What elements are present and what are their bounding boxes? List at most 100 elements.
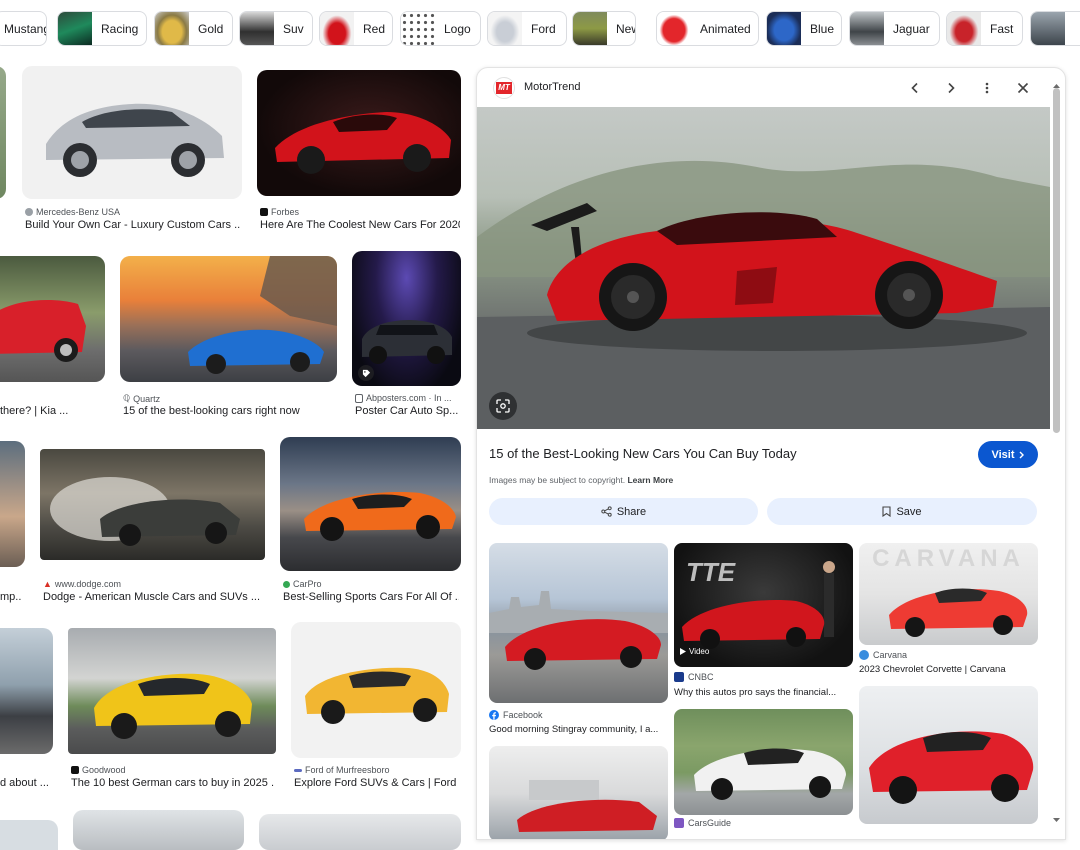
- result-title[interactable]: Poster Car Auto Sp...: [355, 405, 459, 417]
- lens-icon: [496, 399, 510, 413]
- chip-racing[interactable]: Racing: [57, 11, 147, 46]
- related-source[interactable]: Carvana: [859, 650, 907, 660]
- chip-mustang[interactable]: Mustang: [0, 11, 47, 46]
- chip-fast[interactable]: Fast: [946, 11, 1023, 46]
- chip-ford[interactable]: Ford: [487, 11, 567, 46]
- chip-red[interactable]: Red: [319, 11, 393, 46]
- chip-blue[interactable]: Blue: [766, 11, 842, 46]
- related-image-facebook[interactable]: [489, 543, 668, 703]
- related-title[interactable]: Why this autos pro says the financial...: [674, 687, 844, 698]
- result-title[interactable]: Here Are The Coolest New Cars For 2020: [260, 219, 460, 231]
- result-image-partial[interactable]: [0, 66, 6, 199]
- lens-search-button[interactable]: [489, 392, 517, 420]
- result-source-text: CarPro: [293, 579, 322, 589]
- close-button[interactable]: [1012, 77, 1034, 99]
- related-source[interactable]: CNBC: [674, 672, 714, 682]
- result-image-row5-a[interactable]: [73, 810, 244, 850]
- result-source[interactable]: Abposters.com · In ...: [355, 393, 452, 403]
- result-source-text: Ford of Murfreesboro: [305, 765, 390, 775]
- result-image-quartz[interactable]: [120, 256, 337, 382]
- chip-new[interactable]: New: [572, 11, 636, 46]
- mercedes-favicon: [25, 208, 33, 216]
- related-source[interactable]: Facebook: [489, 710, 543, 720]
- animated-thumb: [657, 12, 691, 45]
- result-source[interactable]: ℚ Quartz: [123, 393, 160, 404]
- result-image-dodge[interactable]: [40, 449, 265, 560]
- result-image-kia[interactable]: [0, 256, 105, 382]
- goodwood-favicon: [71, 766, 79, 774]
- more-options-button[interactable]: [976, 77, 998, 99]
- result-image-partial-4[interactable]: [0, 820, 58, 850]
- result-source[interactable]: Forbes: [260, 207, 299, 217]
- result-title[interactable]: mp...: [0, 591, 22, 603]
- related-source[interactable]: CarsGuide: [674, 818, 731, 828]
- related-title[interactable]: Good morning Stingray community, I a...: [489, 724, 669, 735]
- chip-logo[interactable]: Logo: [400, 11, 481, 46]
- chip-partial[interactable]: [1030, 11, 1080, 46]
- previous-button[interactable]: [904, 77, 926, 99]
- chevron-right-icon: [948, 82, 955, 94]
- result-title[interactable]: The 10 best German cars to buy in 2025 .…: [71, 777, 275, 789]
- quartz-favicon: ℚ: [123, 393, 131, 403]
- panel-source-name[interactable]: MotorTrend: [524, 81, 580, 93]
- panel-scrollbar[interactable]: [1052, 82, 1061, 839]
- result-source[interactable]: Mercedes-Benz USA: [25, 207, 120, 217]
- racing-thumb: [58, 12, 92, 45]
- result-source[interactable]: Ford of Murfreesboro: [294, 765, 390, 775]
- result-source[interactable]: CarPro: [283, 579, 322, 589]
- chip-animated[interactable]: Animated: [656, 11, 759, 46]
- result-title[interactable]: Build Your Own Car - Luxury Custom Cars …: [25, 219, 240, 231]
- result-image-partial-2[interactable]: [0, 441, 25, 567]
- result-title[interactable]: there? | Kia ...: [0, 405, 100, 417]
- result-image-abposters[interactable]: [352, 251, 461, 386]
- chevron-left-icon: [911, 82, 918, 94]
- related-image-row2-a[interactable]: [489, 746, 668, 839]
- scrollbar-thumb[interactable]: [1053, 88, 1060, 433]
- result-title[interactable]: Dodge - American Muscle Cars and SUVs ..…: [43, 591, 265, 603]
- chip-label: Ford: [531, 21, 556, 36]
- related-image-carvana[interactable]: CARVANA: [859, 543, 1038, 645]
- result-image-ford[interactable]: [291, 622, 461, 758]
- result-image-row5-b[interactable]: [259, 814, 461, 850]
- ford-favicon: [294, 768, 302, 772]
- chip-suv[interactable]: Suv: [239, 11, 313, 46]
- motortrend-logo[interactable]: MT: [493, 77, 515, 99]
- related-image-row2-c[interactable]: [859, 686, 1038, 824]
- save-button[interactable]: Save: [767, 498, 1037, 525]
- fast-thumb: [947, 12, 981, 45]
- main-preview-image[interactable]: [477, 107, 1050, 429]
- next-button[interactable]: [940, 77, 962, 99]
- video-badge: Video: [680, 647, 709, 656]
- red-corvette-parking-illustration: [517, 780, 657, 832]
- chip-label: Red: [363, 21, 386, 36]
- result-image-goodwood[interactable]: [68, 628, 276, 754]
- result-title[interactable]: 15 of the best-looking cars right now: [123, 405, 335, 417]
- result-title[interactable]: d about ...: [0, 777, 52, 789]
- result-title[interactable]: Best-Selling Sports Cars For All Of ...: [283, 591, 459, 603]
- related-title[interactable]: 2023 Chevrolet Corvette | Carvana: [859, 664, 1037, 675]
- red-corvette-illustration: [275, 112, 451, 174]
- chip-label: Animated: [700, 21, 751, 36]
- new-thumb: [573, 12, 607, 45]
- result-source[interactable]: ▲ www.dodge.com: [43, 579, 121, 589]
- gold-thumb: [155, 12, 189, 45]
- share-button[interactable]: Share: [489, 498, 758, 525]
- related-image-carsguide[interactable]: [674, 709, 853, 815]
- scroll-down-arrow-icon[interactable]: [1052, 816, 1061, 824]
- yellow-bmw-illustration: [94, 673, 252, 739]
- related-image-cnbc[interactable]: TTE Video: [674, 543, 853, 667]
- result-image-forbes[interactable]: [257, 70, 461, 196]
- chip-jaguar[interactable]: Jaguar: [849, 11, 940, 46]
- chip-gold[interactable]: Gold: [154, 11, 233, 46]
- red-corvette-studio-illustration: [869, 731, 1034, 804]
- result-image-carpro[interactable]: [280, 437, 461, 571]
- panel-image-title[interactable]: 15 of the Best-Looking New Cars You Can …: [489, 446, 797, 461]
- result-source[interactable]: Goodwood: [71, 765, 126, 775]
- learn-more-link[interactable]: Learn More: [627, 475, 673, 485]
- result-image-partial-3[interactable]: [0, 628, 53, 754]
- forbes-favicon: [260, 208, 268, 216]
- red-suv-illustration: [0, 300, 86, 362]
- visit-button[interactable]: Visit: [978, 441, 1038, 468]
- result-title[interactable]: Explore Ford SUVs & Cars | Ford ...: [294, 777, 460, 789]
- result-image-mercedes[interactable]: [22, 66, 242, 199]
